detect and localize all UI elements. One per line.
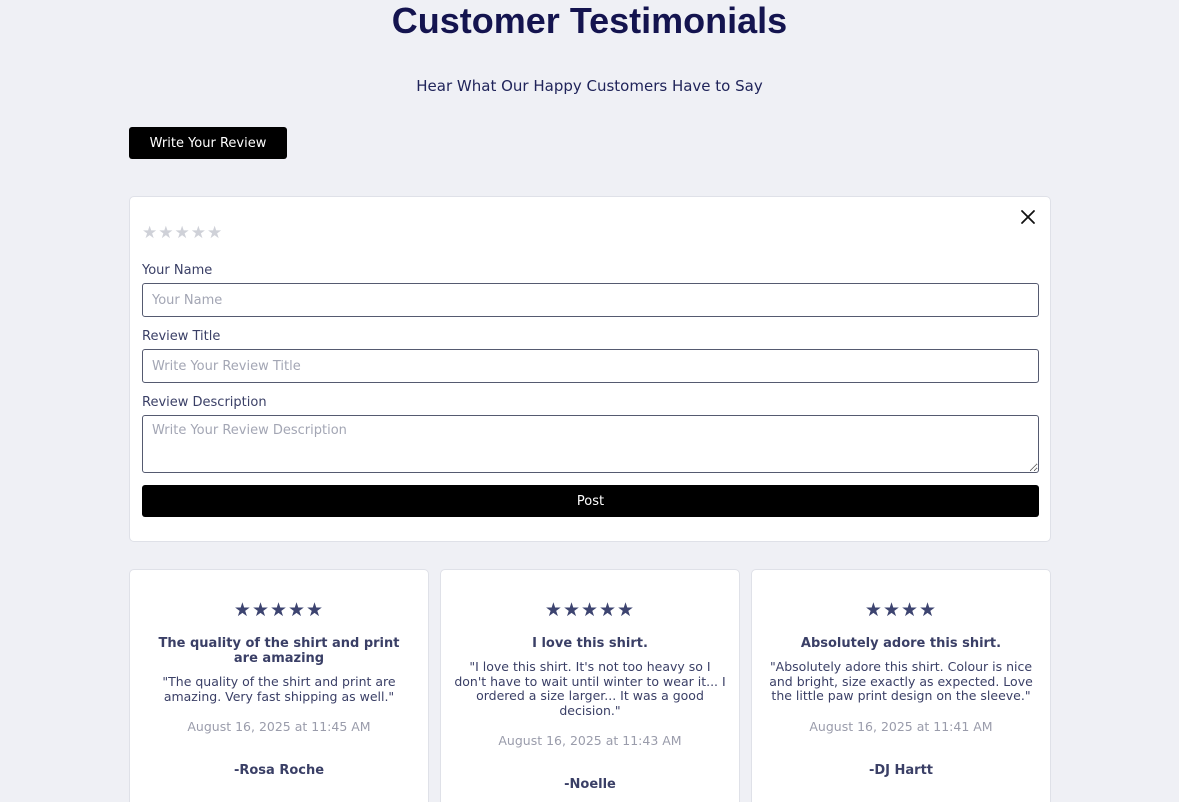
post-button[interactable]: Post (142, 485, 1039, 517)
rating-star-1[interactable]: ★ (142, 223, 158, 243)
review-date: August 16, 2025 at 11:45 AM (187, 719, 371, 734)
review-title: The quality of the shirt and print are a… (158, 636, 400, 666)
rating-star-4[interactable]: ★ (191, 223, 207, 243)
review-date: August 16, 2025 at 11:43 AM (498, 733, 682, 748)
close-icon (1021, 210, 1035, 224)
review-date: August 16, 2025 at 11:41 AM (809, 718, 993, 734)
rating-star-2[interactable]: ★ (158, 223, 174, 243)
name-label: Your Name (142, 263, 213, 278)
rating-star-3[interactable]: ★ (175, 223, 191, 243)
review-form: ★★★★★ Your Name Review Title Review Desc… (129, 196, 1051, 542)
review-description: "The quality of the shirt and print are … (162, 674, 396, 704)
review-author: -Rosa Roche (233, 763, 325, 778)
review-description-input[interactable] (142, 415, 1039, 473)
name-input[interactable] (142, 283, 1039, 317)
review-author: -Noelle (564, 777, 616, 792)
review-title: I love this shirt. (532, 636, 648, 651)
rating-star-5[interactable]: ★ (207, 223, 223, 243)
review-card-1: ★★★★★ The quality of the shirt and print… (129, 569, 429, 802)
review-rating-stars: ★★★★★ (233, 599, 325, 621)
review-title-label: Review Title (142, 329, 221, 344)
review-description-label: Review Description (142, 395, 267, 410)
review-rating-stars: ★★★★★ (544, 599, 636, 621)
review-description: "Absolutely adore this shirt. Colour is … (769, 659, 1033, 703)
write-review-button[interactable]: Write Your Review (129, 127, 287, 159)
rating-input: ★★★★★ (142, 223, 223, 243)
page-subtitle: Hear What Our Happy Customers Have to Sa… (416, 77, 763, 95)
review-title: Absolutely adore this shirt. (800, 636, 1002, 651)
review-card-2: ★★★★★ I love this shirt. "I love this sh… (440, 569, 740, 802)
review-author: -DJ Hartt (868, 762, 934, 778)
close-form-button[interactable] (1018, 207, 1038, 227)
review-rating-stars: ★★★★ (864, 599, 938, 621)
page-title: Customer Testimonials (391, 0, 788, 41)
review-card-3: ★★★★ Absolutely adore this shirt. "Absol… (751, 569, 1051, 802)
review-title-input[interactable] (142, 349, 1039, 383)
review-description: "I love this shirt. It's not too heavy s… (454, 659, 726, 718)
testimonials-page: Customer Testimonials Hear What Our Happ… (0, 0, 1179, 802)
